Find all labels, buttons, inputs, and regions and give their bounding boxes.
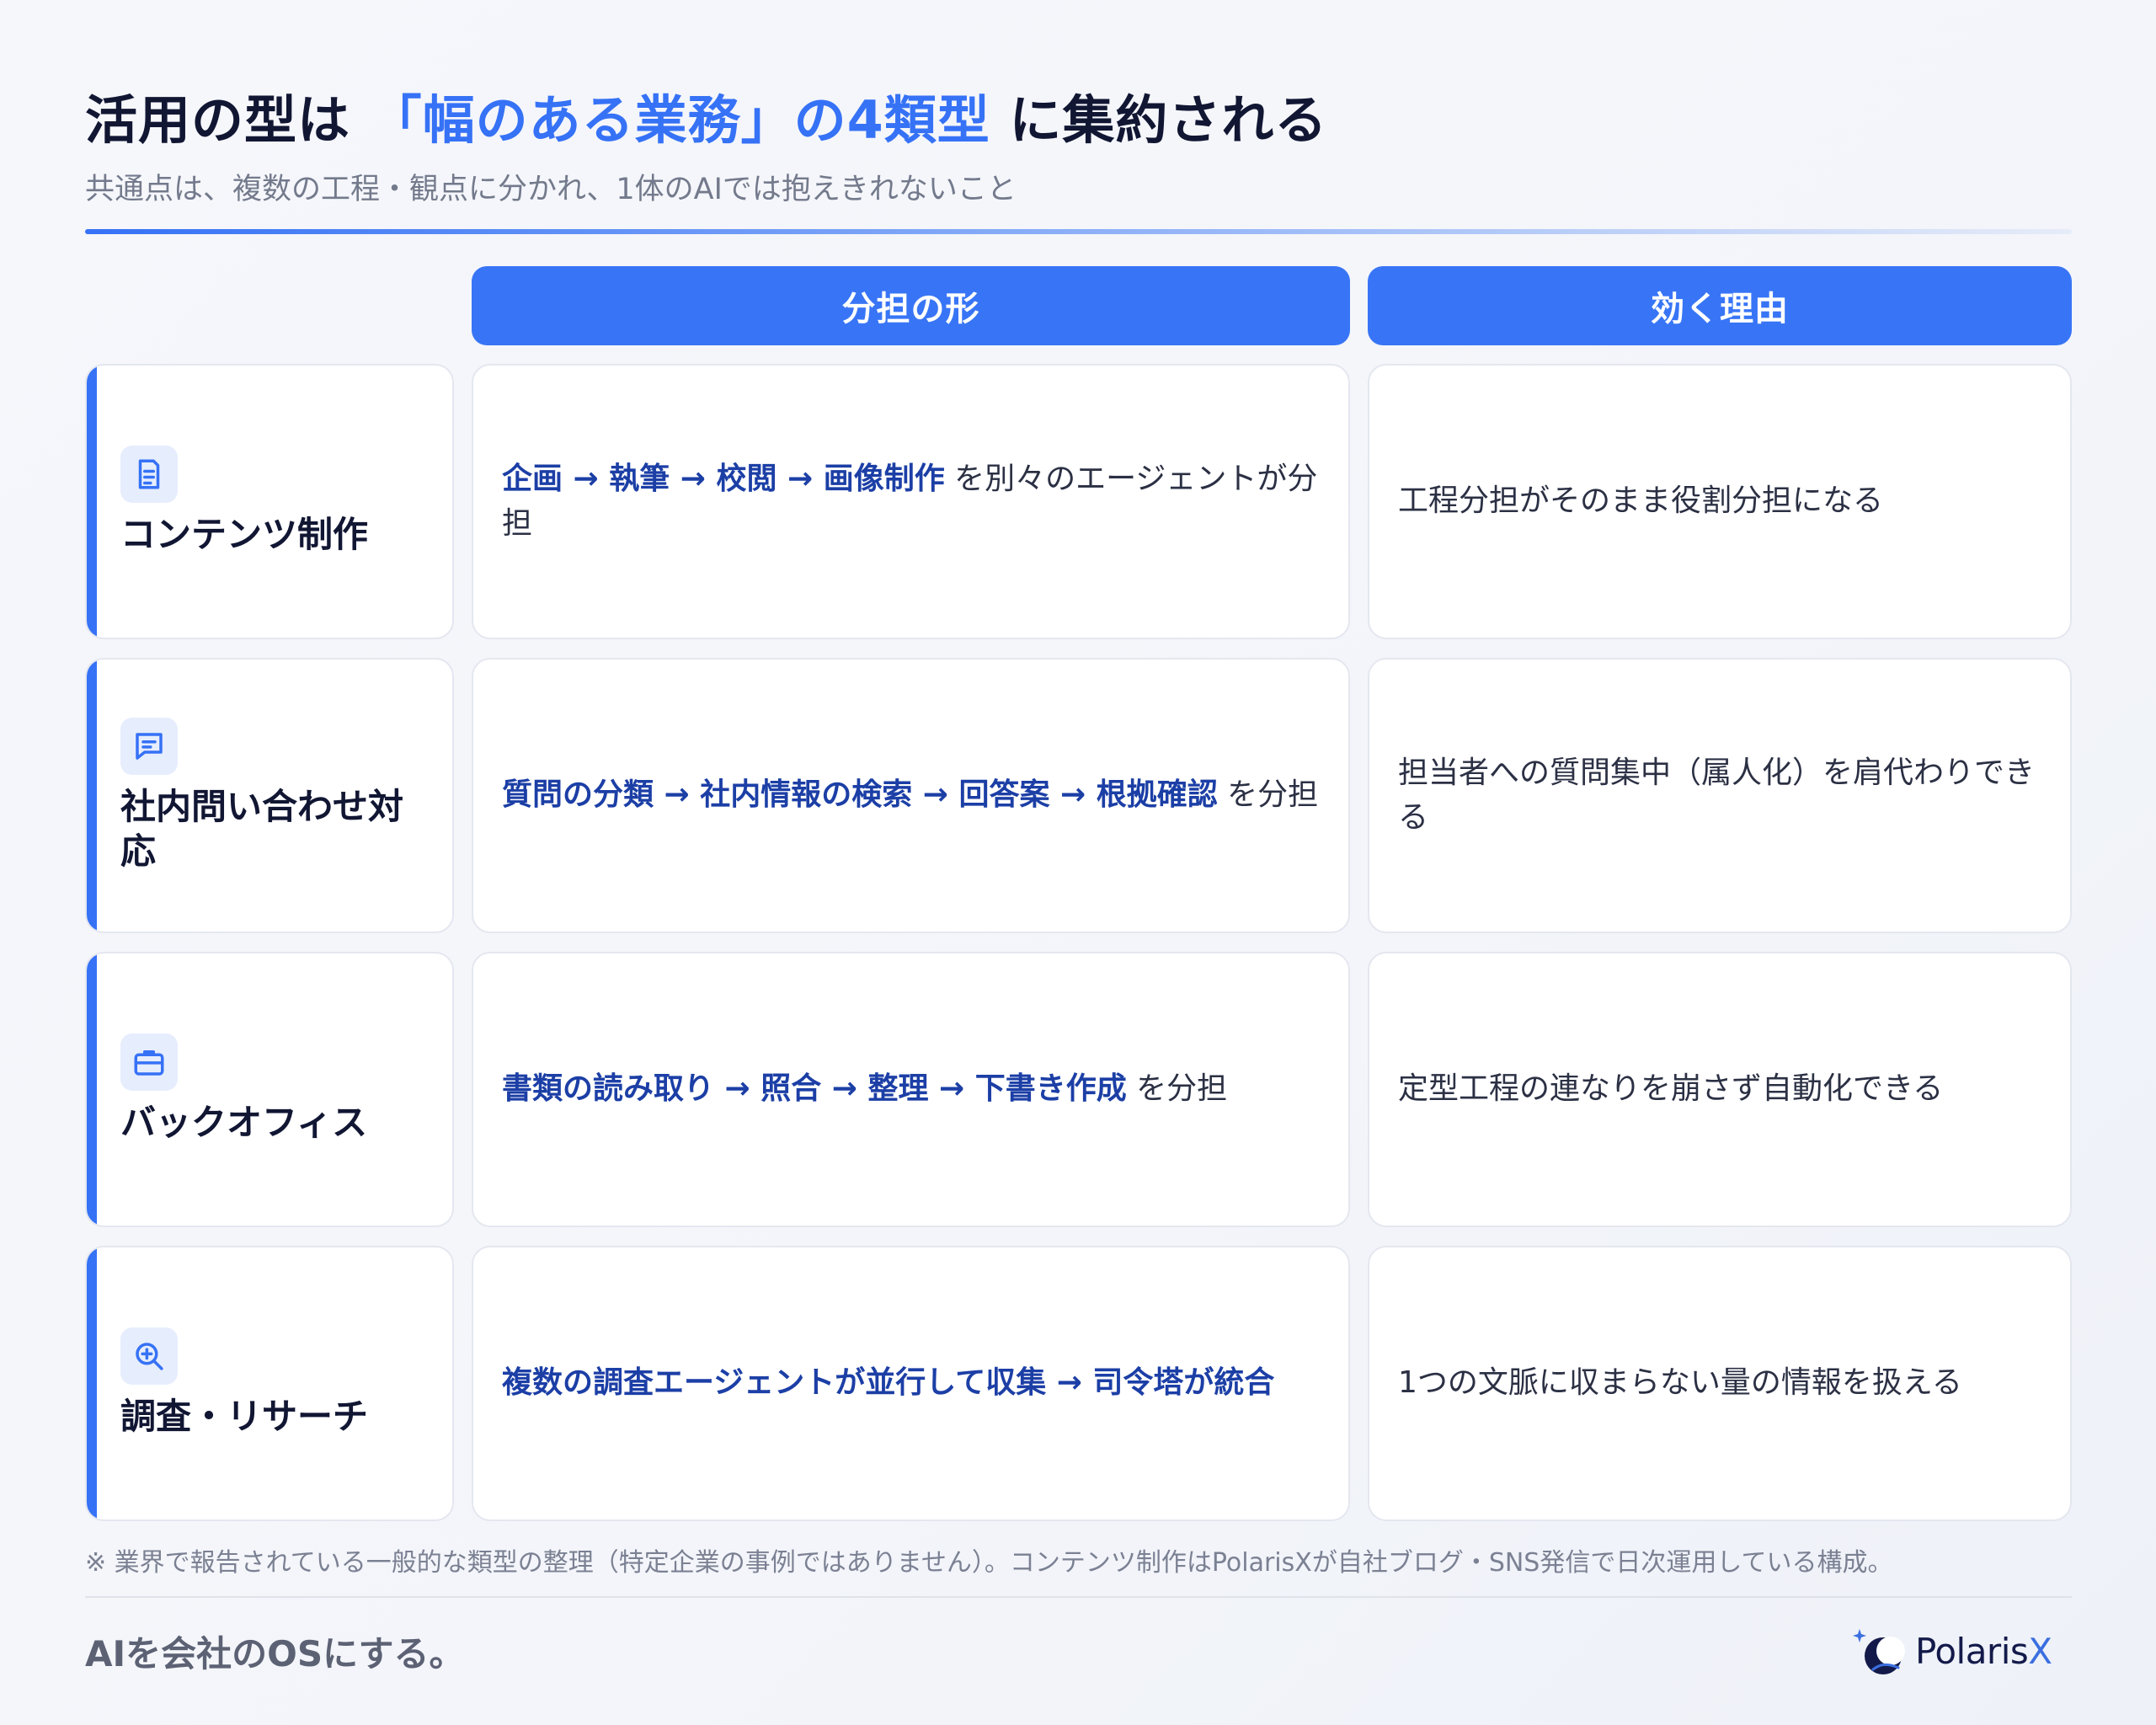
briefcase-icon bbox=[120, 1033, 178, 1092]
division-steps: 複数の調査エージェントが並行して収集 → 司令塔が統合 bbox=[502, 1365, 1275, 1401]
category-card: コンテンツ制作 bbox=[85, 364, 454, 639]
page-subtitle: 共通点は、複数の工程・観点に分かれ、1体のAIでは抱えきれないこと bbox=[85, 173, 1017, 206]
category-label: バックオフィス bbox=[120, 1102, 368, 1144]
category-accent-bar bbox=[87, 1247, 97, 1519]
category-card: バックオフィス bbox=[85, 952, 454, 1227]
table-row: バックオフィス 書類の読み取り → 照合 → 整理 → 下書き作成 を分担 定型… bbox=[0, 952, 2156, 1227]
table-row: コンテンツ制作 企画 → 執筆 → 校閲 → 画像制作 を別々のエージェントが分… bbox=[0, 364, 2156, 639]
reason-cell: 1つの文脈に収まらない量の情報を扱える bbox=[1368, 1246, 2072, 1521]
division-suffix: を分担 bbox=[1126, 1071, 1228, 1107]
table-row: 調査・リサーチ 複数の調査エージェントが並行して収集 → 司令塔が統合 1つの文… bbox=[0, 1246, 2156, 1521]
column-header-division: 分担の形 bbox=[472, 266, 1350, 345]
document-icon bbox=[120, 446, 178, 504]
logo-text-x: X bbox=[2028, 1630, 2052, 1672]
division-suffix: を分担 bbox=[1217, 777, 1319, 813]
reason-text: 工程分担がそのまま役割分担になる bbox=[1398, 483, 1884, 519]
reason-text: 定型工程の連なりを崩さず自動化できる bbox=[1398, 1071, 1944, 1107]
reason-text: 1つの文脈に収まらない量の情報を扱える bbox=[1398, 1365, 1962, 1401]
division-cell: 書類の読み取り → 照合 → 整理 → 下書き作成 を分担 bbox=[472, 952, 1350, 1227]
category-accent-bar bbox=[87, 953, 97, 1226]
page-title: 活用の型は 「幅のある業務」の4類型 に集約される bbox=[85, 77, 1327, 153]
polaris-logo-icon bbox=[1853, 1629, 1905, 1674]
zoom-in-icon bbox=[120, 1327, 178, 1386]
footnote: ※ 業界で報告されている一般的な類型の整理（特定企業の事例ではありません）。コン… bbox=[85, 1548, 1893, 1578]
division-steps: 企画 → 執筆 → 校閲 → 画像制作 bbox=[502, 462, 945, 497]
division-cell: 複数の調査エージェントが並行して収集 → 司令塔が統合 bbox=[472, 1246, 1350, 1521]
title-accent: 「幅のある業務」の4類型 bbox=[369, 89, 990, 151]
brand-logo: PolarisX bbox=[1849, 1619, 2052, 1683]
category-card: 社内問い合わせ対応 bbox=[85, 658, 454, 933]
category-label: コンテンツ制作 bbox=[120, 514, 369, 556]
title-pre: 活用の型は bbox=[85, 89, 351, 151]
category-label: 調査・リサーチ bbox=[120, 1396, 369, 1438]
division-cell: 質問の分類 → 社内情報の検索 → 回答案 → 根拠確認 を分担 bbox=[472, 658, 1350, 933]
reason-text: 担当者への質問集中（属人化）を肩代わりできる bbox=[1398, 756, 2036, 835]
category-accent-bar bbox=[87, 660, 97, 932]
division-steps: 書類の読み取り → 照合 → 整理 → 下書き作成 bbox=[502, 1071, 1127, 1107]
logo-text-main: Polaris bbox=[1915, 1630, 2029, 1672]
division-cell: 企画 → 執筆 → 校閲 → 画像制作 を別々のエージェントが分担 bbox=[472, 364, 1350, 639]
reason-cell: 工程分担がそのまま役割分担になる bbox=[1368, 364, 2072, 639]
tagline: AIを会社のOSにする。 bbox=[85, 1633, 465, 1674]
reason-cell: 定型工程の連なりを崩さず自動化できる bbox=[1368, 952, 2072, 1227]
category-label: 社内問い合わせ対応 bbox=[120, 786, 404, 872]
division-steps: 質問の分類 → 社内情報の検索 → 回答案 → 根拠確認 bbox=[502, 777, 1218, 813]
title-post: に集約される bbox=[1009, 89, 1328, 151]
footer-divider bbox=[85, 1596, 2072, 1598]
column-header-reason: 効く理由 bbox=[1368, 266, 2072, 345]
title-divider bbox=[85, 229, 2072, 234]
category-card: 調査・リサーチ bbox=[85, 1246, 454, 1521]
chat-icon bbox=[120, 718, 178, 775]
reason-cell: 担当者への質問集中（属人化）を肩代わりできる bbox=[1368, 658, 2072, 933]
table-row: 社内問い合わせ対応 質問の分類 → 社内情報の検索 → 回答案 → 根拠確認 を… bbox=[0, 658, 2156, 933]
category-accent-bar bbox=[87, 366, 97, 638]
logo-text: PolarisX bbox=[1915, 1631, 2052, 1672]
